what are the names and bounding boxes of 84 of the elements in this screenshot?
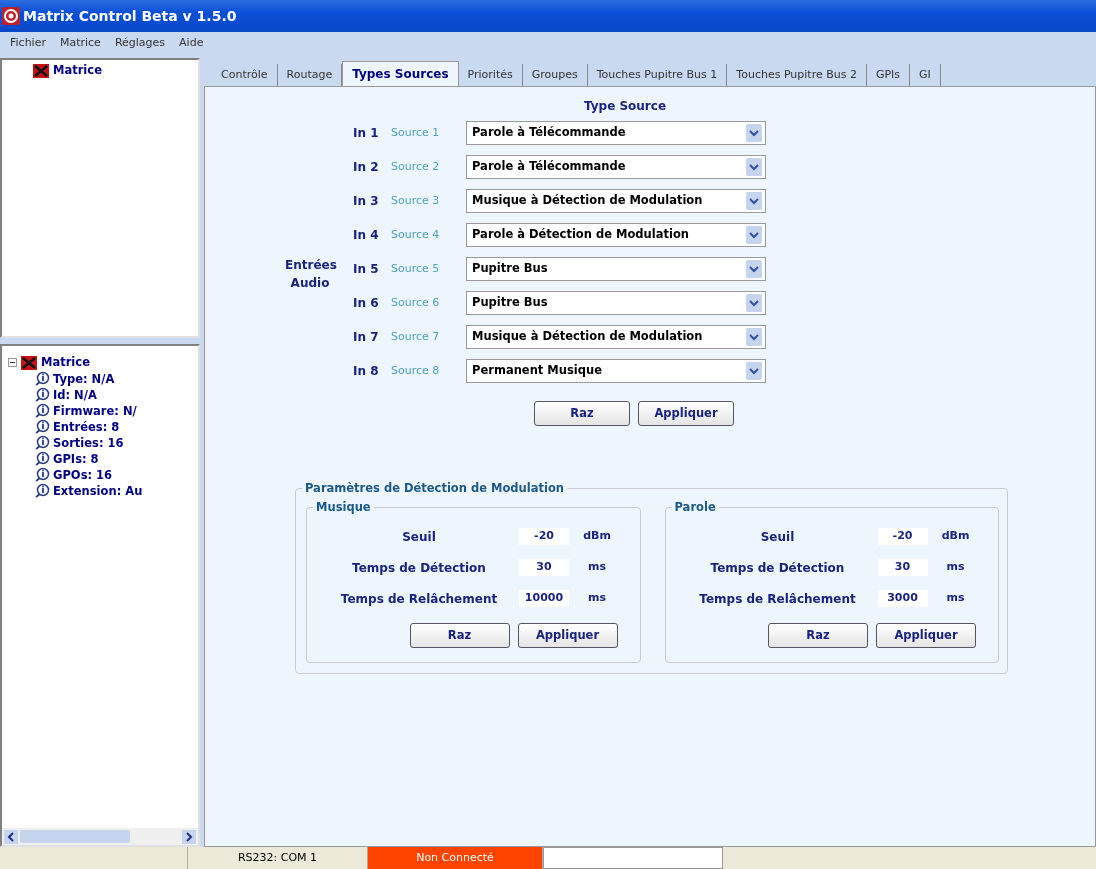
field-label: Temps de Détection bbox=[351, 559, 487, 577]
tree-item[interactable]: Type: N/A bbox=[53, 371, 115, 387]
device-error-icon bbox=[20, 354, 38, 371]
tree-node[interactable]: Matrice bbox=[53, 62, 102, 80]
connection-status: Non Connecté bbox=[368, 847, 543, 869]
value-field[interactable]: 30 bbox=[877, 559, 928, 576]
unit-label: ms bbox=[945, 559, 966, 576]
tree-item[interactable]: GPIs: 8 bbox=[53, 451, 99, 467]
dropdown-caret-icon bbox=[746, 294, 762, 312]
input-label: In 8 bbox=[353, 363, 380, 380]
source-label: Source 3 bbox=[391, 192, 441, 209]
tree-item[interactable]: Entrées: 8 bbox=[53, 419, 120, 435]
tree-item[interactable]: Id: N/A bbox=[53, 387, 97, 403]
horizontal-scrollbar[interactable] bbox=[2, 828, 198, 845]
tab[interactable]: Types Sources bbox=[342, 61, 459, 86]
source-type-dropdown[interactable]: Pupitre Bus bbox=[466, 291, 766, 315]
group-title: Musique bbox=[313, 499, 374, 517]
field-label: Seuil bbox=[759, 528, 796, 546]
source-label: Source 6 bbox=[391, 294, 441, 311]
source-type-dropdown[interactable]: Pupitre Bus bbox=[466, 257, 766, 281]
tree-item[interactable]: GPOs: 16 bbox=[53, 467, 113, 483]
window-title: Matrix Control Beta v 1.5.0 bbox=[23, 6, 237, 26]
apply-button[interactable]: Appliquer bbox=[876, 623, 976, 648]
unit-label: ms bbox=[587, 590, 607, 607]
value-field[interactable]: 10000 bbox=[519, 590, 569, 607]
field-label: Seuil bbox=[401, 528, 437, 546]
field-label: Temps de Détection bbox=[709, 559, 846, 577]
input-label: In 3 bbox=[353, 193, 380, 210]
field-label: Temps de Relâchement bbox=[698, 590, 857, 608]
value-field[interactable]: -20 bbox=[519, 528, 569, 545]
input-label: In 6 bbox=[353, 295, 380, 312]
scroll-thumb[interactable] bbox=[20, 830, 130, 843]
device-error-icon bbox=[32, 62, 50, 79]
dropdown-caret-icon bbox=[746, 328, 762, 346]
source-label: Source 8 bbox=[391, 362, 441, 379]
source-label: Source 1 bbox=[391, 124, 441, 141]
source-type-dropdown[interactable]: Parole à Détection de Modulation bbox=[466, 223, 766, 247]
source-type-dropdown[interactable]: Musique à Détection de Modulation bbox=[466, 189, 766, 213]
source-label: Source 5 bbox=[391, 260, 441, 277]
apply-button[interactable]: Appliquer bbox=[638, 401, 734, 426]
source-type-dropdown[interactable]: Parole à Télécommande bbox=[466, 155, 766, 179]
input-label: In 2 bbox=[353, 159, 380, 176]
dropdown-caret-icon bbox=[746, 260, 762, 278]
source-label: Source 4 bbox=[391, 226, 441, 243]
reset-button[interactable]: Raz bbox=[409, 623, 510, 648]
reset-button[interactable]: Raz bbox=[768, 623, 868, 648]
input-label: In 7 bbox=[353, 329, 380, 346]
scroll-right-icon[interactable] bbox=[182, 829, 196, 844]
value-field[interactable]: -20 bbox=[877, 528, 928, 545]
field-label: Temps de Relâchement bbox=[339, 590, 499, 608]
tree-item[interactable]: Extension: Au bbox=[53, 483, 143, 499]
dropdown-caret-icon bbox=[746, 192, 762, 210]
app-logo-icon bbox=[2, 7, 20, 25]
input-label: In 5 bbox=[353, 261, 380, 278]
menu-item[interactable]: Aide bbox=[179, 34, 204, 52]
dropdown-caret-icon bbox=[746, 158, 762, 176]
source-type-dropdown[interactable]: Permanent Musique bbox=[466, 359, 766, 383]
source-type-dropdown[interactable]: Musique à Détection de Modulation bbox=[466, 325, 766, 349]
value-field[interactable]: 3000 bbox=[877, 590, 928, 607]
scroll-left-icon[interactable] bbox=[4, 829, 18, 844]
dropdown-caret-icon bbox=[746, 226, 762, 244]
source-label: Source 7 bbox=[391, 328, 441, 345]
apply-button[interactable]: Appliquer bbox=[517, 623, 618, 648]
tree-node[interactable]: Matrice bbox=[41, 354, 90, 372]
menu-item[interactable]: Matrice bbox=[59, 34, 101, 52]
section-title: Type Source bbox=[582, 98, 668, 115]
menu-item[interactable]: Fichier bbox=[10, 34, 46, 52]
unit-label: ms bbox=[945, 590, 966, 607]
source-type-dropdown[interactable]: Parole à Télécommande bbox=[466, 121, 766, 145]
collapse-toggle[interactable] bbox=[8, 358, 17, 368]
reset-button[interactable]: Raz bbox=[534, 401, 630, 426]
tree-item[interactable]: Sorties: 16 bbox=[53, 435, 124, 451]
input-label: In 1 bbox=[353, 125, 380, 142]
dropdown-caret-icon bbox=[746, 362, 762, 380]
input-label: In 4 bbox=[353, 227, 380, 244]
unit-label: dBm bbox=[940, 528, 971, 545]
source-label: Source 2 bbox=[391, 158, 441, 175]
group-label: Entrées Audio bbox=[285, 256, 335, 292]
menu-item[interactable]: Réglages bbox=[114, 34, 166, 52]
value-field[interactable]: 30 bbox=[519, 559, 569, 576]
tree-item[interactable]: Firmware: N/ bbox=[53, 403, 137, 419]
dropdown-caret-icon bbox=[746, 124, 762, 142]
unit-label: dBm bbox=[582, 528, 612, 545]
unit-label: ms bbox=[587, 559, 607, 576]
